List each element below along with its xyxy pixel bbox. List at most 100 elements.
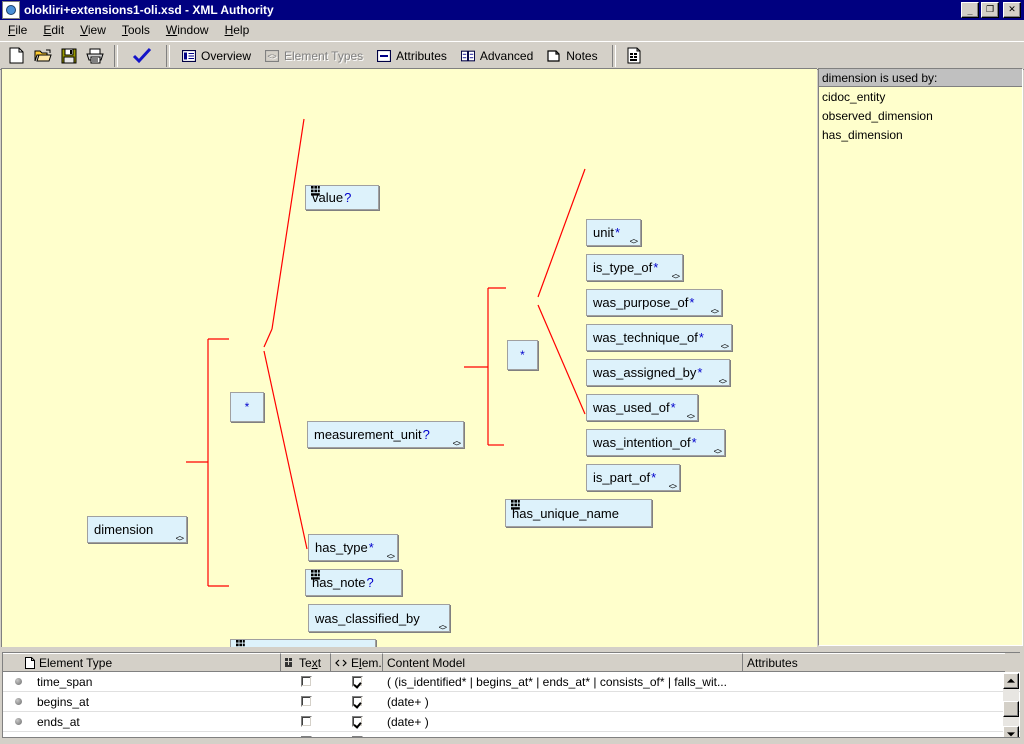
usage-item-2[interactable]: has_dimension [819,125,1022,144]
node-label: is_part_of [593,470,651,485]
diagram-node-star1[interactable]: * [230,392,264,422]
grid-column-element-type-label: Element Type [39,655,113,670]
grid-row[interactable]: time_span ( (is_identified* | begins_at* … [3,672,1020,692]
text-checkbox[interactable] [300,696,312,707]
diagram-node-value[interactable]: value? [305,185,379,210]
grid-vertical-scrollbar[interactable] [1003,673,1019,742]
diagram-node-dimension[interactable]: dimension <> [87,516,187,543]
tab-advanced[interactable]: Advanced [455,42,541,69]
menu-file-label: ile [15,23,28,37]
scroll-trough-bottom[interactable] [1003,717,1019,726]
schema-diagram-canvas[interactable]: dimension <> * value? measurement_unit? <> * un… [1,68,817,647]
cell-attributes [743,692,1005,711]
menu-file[interactable]: File [0,21,35,39]
usage-item-0[interactable]: cidoc_entity [819,87,1022,106]
elem-checkbox[interactable] [351,676,363,687]
grid-bottom-edge [2,737,1020,742]
elem-checkbox[interactable] [351,696,363,707]
scroll-up-button[interactable] [1003,673,1019,689]
minimize-icon: _ [967,6,973,16]
diagram-node-is_part_of[interactable]: is_part_of * <> [586,464,680,491]
maximize-restore-button[interactable]: ❐ [981,2,999,18]
pcdata-icon [311,570,320,580]
document-properties-button[interactable] [623,44,647,67]
tab-attributes[interactable]: Attributes [371,42,455,69]
diagram-node-was_purpose_of[interactable]: was_purpose_of * <> [586,289,722,316]
cell-elem-checkbox[interactable] [331,672,383,691]
node-label: was_used_of [593,400,670,415]
diagram-node-was_intention_of[interactable]: was_intention_of * <> [586,429,725,456]
grid-column-text[interactable]: Text [281,653,331,672]
node-occurrence: * [368,540,374,555]
usage-item-1[interactable]: observed_dimension [819,106,1022,125]
node-occurrence: ? [344,190,352,205]
attribute-marker-icon: <> [710,307,719,316]
save-button[interactable] [57,44,81,67]
element-type-grid: Element Type Text Elem. Content Model At… [0,650,1024,744]
row-marker-icon [15,698,22,705]
diagram-node-has_unique_name1[interactable]: has_unique_name [230,639,376,647]
scroll-trough-top[interactable] [1003,689,1019,701]
cell-element-type: begins_at [37,694,90,709]
grid-column-content-model[interactable]: Content Model [383,653,743,672]
title-bar: olokliri+extensions1-oli.xsd - XML Autho… [0,0,1024,20]
diagram-node-was_technique_of[interactable]: was_technique_of * <> [586,324,732,351]
grid-row[interactable]: begins_at (date+ ) [3,692,1020,712]
minimize-button[interactable]: _ [961,2,979,18]
text-checkbox[interactable] [300,716,312,727]
cell-text-checkbox[interactable] [281,692,331,711]
open-button[interactable] [31,44,55,67]
tab-overview[interactable]: Overview [176,42,259,69]
node-occurrence: ? [422,427,430,442]
tab-element-types[interactable]: <> Element Types [259,42,371,69]
tab-notes[interactable]: Notes [541,42,605,69]
diagram-node-was_used_of[interactable]: was_used_of * <> [586,394,698,421]
text-checkbox[interactable] [300,676,312,687]
grid-column-content-model-label: Content Model [387,655,466,670]
diagram-node-has_unique_name2[interactable]: has_unique_name [505,499,652,527]
diagram-node-measurement_unit[interactable]: measurement_unit? <> [307,421,464,448]
cell-text-checkbox[interactable] [281,712,331,731]
validate-button[interactable] [125,44,159,67]
grid-rows: time_span ( (is_identified* | begins_at* … [3,672,1020,742]
grid-row[interactable]: ends_at (date+ ) [3,712,1020,732]
diagram-node-unit[interactable]: unit * <> [586,219,641,246]
cell-elem-checkbox[interactable] [331,712,383,731]
attribute-marker-icon: <> [686,412,695,421]
cell-elem-checkbox[interactable] [331,692,383,711]
grid-column-attributes[interactable]: Attributes [743,653,1005,672]
elem-checkbox[interactable] [351,716,363,727]
menu-view[interactable]: View [72,21,114,39]
cell-content-model: (date+ ) [387,694,429,709]
attribute-marker-icon: <> [671,272,680,281]
menu-window[interactable]: Window [158,21,217,39]
menu-help[interactable]: Help [217,21,258,39]
menu-tools[interactable]: Tools [114,21,158,39]
close-icon: ✕ [1008,4,1016,14]
scroll-thumb[interactable] [1003,701,1019,717]
menu-tools-label: ools [127,23,150,37]
cell-content-model: (date+ ) [387,714,429,729]
diagram-node-star2[interactable]: * [507,340,538,370]
node-label: has_unique_name [237,646,344,648]
cell-content-model: ( (is_identified* | begins_at* | ends_at… [387,674,727,689]
grid-column-element-type[interactable]: Element Type [3,653,281,672]
cell-attributes [743,712,1005,731]
menu-edit[interactable]: Edit [35,21,72,39]
menu-window-label: indow [177,23,209,37]
print-button[interactable] [83,44,107,67]
attribute-marker-icon: <> [175,534,184,543]
diagram-node-is_type_of[interactable]: is_type_of * <> [586,254,683,281]
diagram-node-has_type[interactable]: has_type * <> [308,534,398,561]
cell-text-checkbox[interactable] [281,672,331,691]
new-button[interactable] [5,44,29,67]
text-col-icon [285,657,292,667]
diagram-node-was_assigned_by[interactable]: was_assigned_by * <> [586,359,730,386]
diagram-node-has_note[interactable]: has_note? [305,569,402,596]
close-button[interactable]: ✕ [1003,2,1021,18]
grid-column-elem[interactable]: Elem. [331,653,383,672]
node-label: was_technique_of [593,330,698,345]
diagram-connectors [186,118,586,587]
scroll-down-icon [1007,732,1015,737]
diagram-node-was_classified_by[interactable]: was_classified_by <> [308,604,450,632]
